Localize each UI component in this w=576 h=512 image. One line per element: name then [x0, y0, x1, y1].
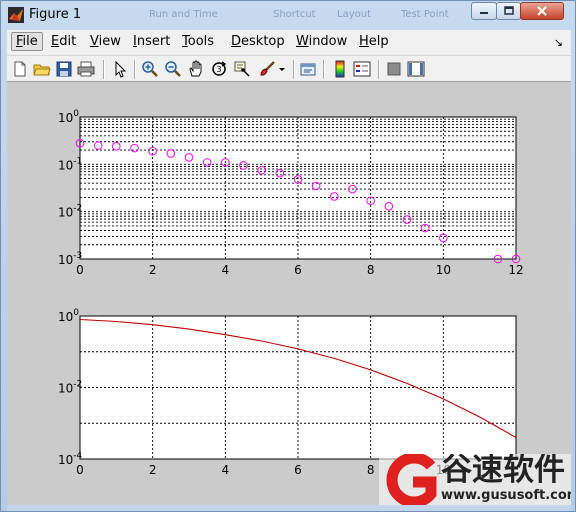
- maximize-button[interactable]: [496, 2, 521, 20]
- x-tick-label: 0: [76, 263, 84, 277]
- title-bar[interactable]: Figure 1 Run and Time Shortcut Layout Te…: [1, 1, 576, 29]
- menu-file[interactable]: File: [11, 32, 43, 51]
- y-tick-exponent: -1: [73, 156, 82, 166]
- figure-window: Figure 1 Run and Time Shortcut Layout Te…: [0, 0, 576, 512]
- toolbar-separator: [293, 60, 295, 79]
- menu-file-rest: ile: [22, 34, 38, 49]
- menu-tools[interactable]: Tools: [179, 34, 217, 49]
- maximize-icon: [503, 6, 514, 15]
- y-tick-label: 10-1: [58, 156, 82, 172]
- menu-view-mnemonic: V: [90, 34, 99, 49]
- toolbar-separator: [134, 60, 136, 79]
- x-tick-label: 2: [149, 463, 157, 477]
- close-button[interactable]: [520, 2, 564, 20]
- background-title-1: Run and Time: [149, 9, 218, 20]
- window-title: Figure 1: [29, 7, 82, 22]
- rotate-3d-icon[interactable]: 3: [210, 60, 228, 78]
- zoom-out-icon[interactable]: [164, 60, 182, 78]
- edit-plot-arrow-icon[interactable]: [111, 60, 129, 78]
- menu-edit-mnemonic: E: [51, 34, 60, 49]
- print-icon[interactable]: [77, 60, 95, 78]
- y-tick-exponent: -4: [73, 451, 82, 461]
- svg-text:3: 3: [216, 65, 221, 74]
- x-tick-label: 8: [367, 463, 375, 477]
- matlab-logo-icon: [8, 7, 24, 23]
- x-tick-label: 8: [367, 263, 375, 277]
- toolbar-separator: [323, 60, 325, 79]
- x-tick-label: 2: [149, 263, 157, 277]
- watermark-cn-text: 谷速软件: [441, 454, 565, 488]
- figure-canvas: 02468101210010-110-210-3024681010010-210…: [7, 82, 571, 506]
- menu-view[interactable]: View: [87, 34, 124, 49]
- watermark: 谷速软件 www.gususoft.com: [379, 454, 571, 506]
- dock-arrow-icon[interactable]: ↘: [554, 36, 563, 49]
- window-bottom-border: [7, 505, 571, 511]
- y-tick-exponent: 0: [73, 308, 79, 318]
- watermark-url: www.gususoft.com: [441, 488, 571, 503]
- y-tick-label: 10-2: [58, 204, 82, 220]
- x-tick-label: 4: [222, 463, 230, 477]
- y-tick-label: 100: [58, 308, 79, 324]
- background-title-4: Test Point: [401, 9, 449, 20]
- brush-icon[interactable]: [258, 60, 276, 78]
- y-tick-exponent: -2: [73, 380, 82, 390]
- show-plot-tools-icon[interactable]: [407, 60, 425, 78]
- menu-window-rest: indow: [308, 34, 348, 49]
- menu-window-mnemonic: W: [296, 34, 309, 49]
- y-tick-exponent: 0: [73, 109, 79, 119]
- y-tick-label: 100: [58, 109, 79, 125]
- menu-edit[interactable]: Edit: [48, 34, 79, 49]
- pan-hand-icon[interactable]: [187, 60, 205, 78]
- x-tick-label: 6: [294, 263, 302, 277]
- y-tick-label: 10-2: [58, 380, 82, 396]
- y-tick-exponent: -3: [73, 251, 82, 261]
- x-tick-label: 0: [76, 463, 84, 477]
- menu-help-mnemonic: H: [359, 34, 369, 49]
- y-tick-exponent: -2: [73, 204, 82, 214]
- figure-toolbar: 3: [7, 55, 571, 82]
- insert-colorbar-icon[interactable]: [331, 60, 349, 78]
- plot-area[interactable]: 02468101210010-110-210-3024681010010-210…: [7, 82, 571, 506]
- background-title-3: Layout: [337, 9, 371, 20]
- menu-edit-rest: dit: [59, 34, 77, 49]
- menu-view-rest: iew: [98, 34, 121, 49]
- menu-desktop[interactable]: Desktop: [228, 34, 288, 49]
- menu-insert-rest: nsert: [136, 34, 171, 49]
- menu-insert[interactable]: Insert: [130, 34, 173, 49]
- toolbar-separator: [378, 60, 380, 79]
- zoom-in-icon[interactable]: [141, 60, 159, 78]
- menu-bar: File Edit View Insert Tools Desktop Wind…: [7, 30, 571, 55]
- menu-help[interactable]: Help: [356, 34, 392, 49]
- brush-dropdown-icon[interactable]: [277, 60, 287, 78]
- new-figure-icon[interactable]: [11, 60, 29, 78]
- toolbar-separator: [103, 60, 105, 79]
- menu-help-rest: elp: [368, 34, 389, 49]
- open-folder-icon[interactable]: [33, 60, 51, 78]
- hide-plot-tools-icon[interactable]: [385, 60, 403, 78]
- menu-window[interactable]: Window: [293, 34, 350, 49]
- insert-legend-icon[interactable]: [353, 60, 371, 78]
- minimize-icon: [480, 12, 488, 14]
- x-tick-label: 12: [508, 263, 523, 277]
- link-plot-icon[interactable]: [299, 60, 317, 78]
- x-tick-label: 6: [294, 463, 302, 477]
- data-cursor-icon[interactable]: [233, 60, 251, 78]
- save-icon[interactable]: [55, 60, 73, 78]
- background-title-2: Shortcut: [273, 9, 316, 20]
- menu-desktop-mnemonic: D: [231, 34, 242, 49]
- close-icon: [537, 6, 547, 16]
- axes-1: 0 2 4 6 8 10 1210010-110-210-3: [58, 109, 524, 277]
- x-tick-label: 10: [436, 263, 451, 277]
- minimize-button[interactable]: [471, 2, 497, 20]
- axes-2: 024681010010-210-4: [58, 308, 517, 477]
- menu-desktop-rest: esktop: [241, 34, 285, 49]
- x-tick-label: 4: [222, 263, 230, 277]
- menu-tools-rest: ools: [187, 34, 215, 49]
